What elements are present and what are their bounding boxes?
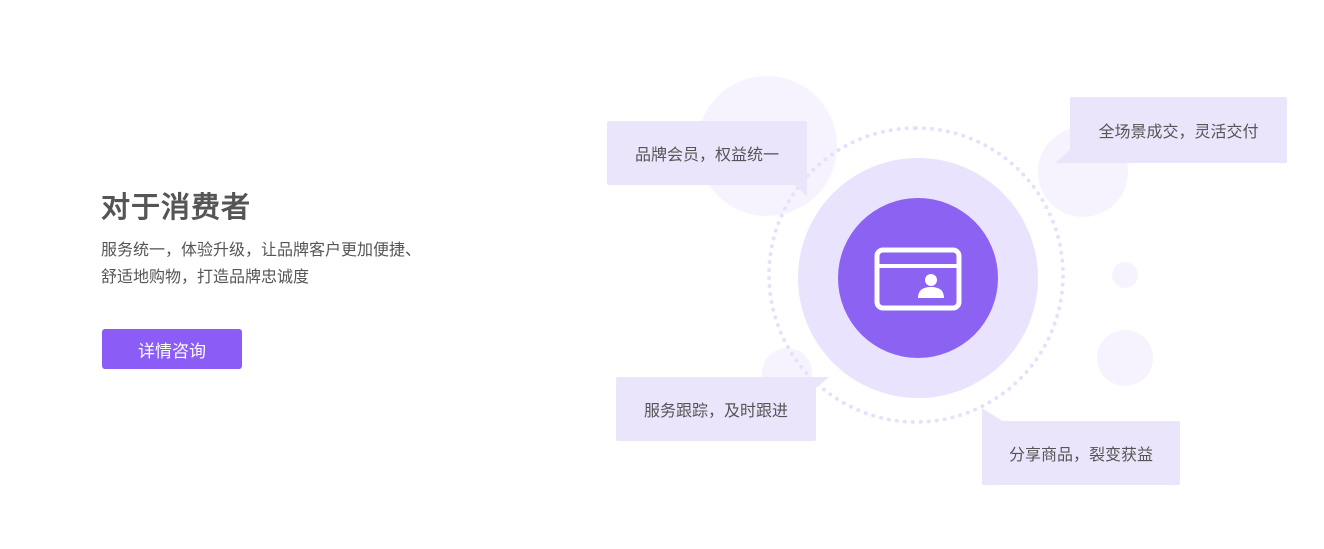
feature-label: 品牌会员，权益统一 — [634, 145, 779, 164]
member-card-icon — [874, 247, 962, 311]
section-title: 对于消费者 — [101, 190, 252, 224]
description-line: 服务统一，体验升级，让品牌客户更加便捷、 — [101, 240, 422, 259]
feature-bubble-full-scene: 全场景成交，灵活交付 — [1070, 97, 1287, 163]
feature-label: 分享商品，裂变获益 — [1008, 445, 1153, 464]
feature-bubble-service-tracking: 服务跟踪，及时跟进 — [616, 377, 816, 441]
bubble-tail — [815, 377, 829, 389]
feature-label: 全场景成交，灵活交付 — [1098, 122, 1259, 141]
description-line: 舒适地购物，打造品牌忠诚度 — [101, 267, 310, 286]
bubble-tail — [982, 408, 1004, 422]
feature-bubble-membership: 品牌会员，权益统一 — [607, 121, 807, 185]
feature-label: 服务跟踪，及时跟进 — [643, 401, 788, 420]
decorative-circle — [1097, 330, 1153, 386]
consult-button[interactable]: 详情咨询 — [102, 329, 242, 369]
section-description: 服务统一，体验升级，让品牌客户更加便捷、 舒适地购物，打造品牌忠诚度 — [101, 236, 471, 290]
decorative-circle — [1112, 262, 1138, 288]
bubble-tail — [793, 184, 807, 196]
feature-bubble-share-products: 分享商品，裂变获益 — [982, 421, 1180, 485]
bubble-tail — [1055, 149, 1071, 163]
